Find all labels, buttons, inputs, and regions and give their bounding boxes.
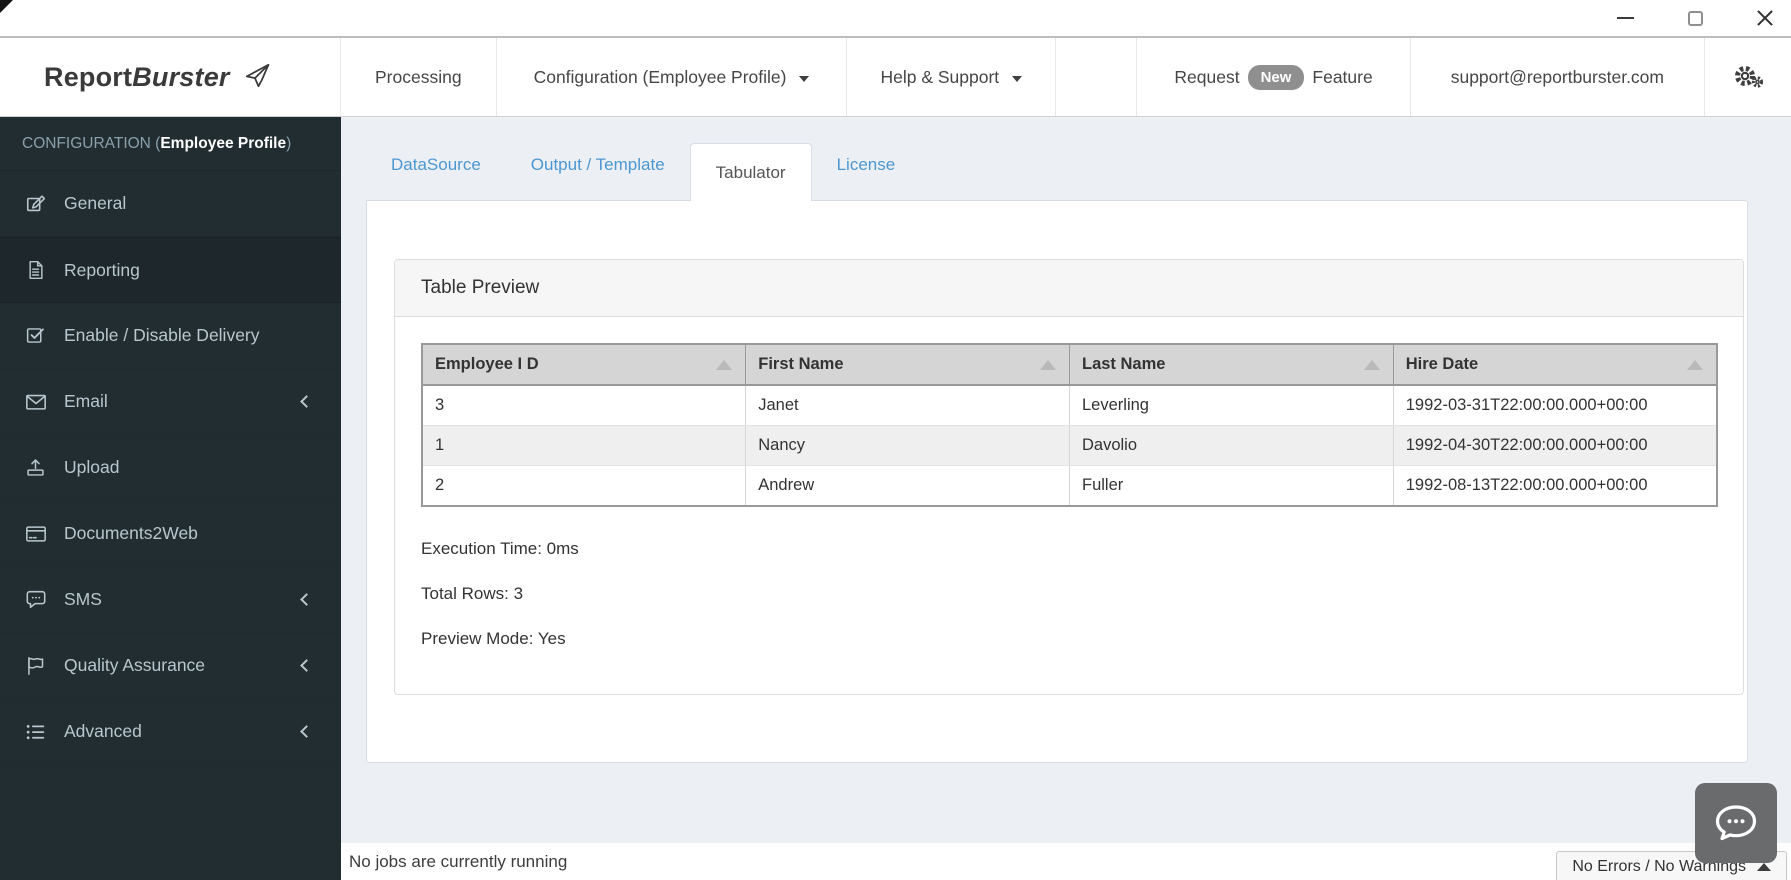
brand-name: ReportBurster [44,61,230,92]
sidebar-item-documents2web[interactable]: Documents2Web [0,501,341,567]
total-rows: Total Rows: 3 [421,584,524,603]
chat-bubble-icon [1715,805,1757,841]
chevron-left-icon [300,394,313,408]
sort-arrow-icon [716,359,733,370]
panel-title: Table Preview [395,260,1743,317]
sort-arrow-icon [1363,359,1380,370]
upload-icon [22,457,49,478]
sidebar-item-reporting[interactable]: Reporting [0,237,341,303]
file-text-icon [22,259,49,281]
sort-arrow-icon [1040,359,1056,370]
nav-request-feature[interactable]: Request New Feature [1136,38,1409,116]
panel-body: Employee I D First Name Last Name Hire D… [395,317,1743,694]
nav-support-email[interactable]: support@reportburster.com [1409,38,1704,116]
list-icon [22,722,49,742]
sidebar-header: CONFIGURATION (Employee Profile) [0,117,341,171]
table-preview-panel: Table Preview Employee I D First Name La… [394,259,1744,695]
chevron-down-icon [799,75,810,82]
table-row[interactable]: 2 Andrew Fuller 1992-08-13T22:00:00.000+… [422,465,1717,507]
new-badge: New [1247,64,1305,90]
column-header-first-name[interactable]: First Name [745,344,1070,386]
navbar-right: Request New Feature support@reportburste… [1136,38,1791,116]
edit-icon [22,193,49,215]
table-row[interactable]: 1 Nancy Davolio 1992-04-30T22:00:00.000+… [422,425,1717,466]
tab-datasource[interactable]: DataSource [366,130,506,200]
chevron-left-icon [300,724,313,738]
minimize-button[interactable] [1615,8,1635,28]
column-header-hire-date[interactable]: Hire Date [1393,344,1717,386]
chevron-left-icon [300,658,313,672]
execution-time: Execution Time: 0ms [421,539,579,558]
window-titlebar [0,0,1791,38]
top-navbar: ReportBurster Processing Configuration (… [0,38,1791,117]
maximize-button[interactable] [1685,8,1705,28]
envelope-icon [22,392,49,412]
chevron-left-icon [300,592,313,606]
table-row[interactable]: 3 Janet Leverling 1992-03-31T22:00:00.00… [422,385,1717,426]
preview-mode: Preview Mode: Yes [421,629,566,648]
chevron-down-icon [1012,75,1023,82]
column-header-last-name[interactable]: Last Name [1069,344,1394,386]
paper-plane-icon [245,63,269,88]
sidebar-item-enable-disable-delivery[interactable]: Enable / Disable Delivery [0,303,341,369]
main-column: DataSource Output / Template Tabulator L… [341,117,1791,880]
tab-output-template[interactable]: Output / Template [506,130,690,200]
chat-button[interactable] [1695,783,1777,863]
column-header-employee-id[interactable]: Employee I D [422,344,747,386]
query-stats: Execution Time: 0ms Total Rows: 3 Previe… [421,539,1718,649]
close-button[interactable] [1755,8,1775,28]
sort-arrow-icon [1687,359,1703,370]
window-controls [1615,0,1775,36]
comment-dots-icon [22,589,49,610]
cursor-artifact [0,0,13,13]
nav-processing[interactable]: Processing [341,38,497,116]
app-window: ReportBurster Processing Configuration (… [0,0,1791,880]
tab-bar: DataSource Output / Template Tabulator L… [366,130,1748,201]
gears-icon [1735,66,1764,88]
check-square-icon [22,325,49,346]
sidebar-item-general[interactable]: General [0,171,341,237]
maximize-icon [1687,10,1703,26]
nav-help-support-dropdown[interactable]: Help & Support [847,38,1057,116]
flag-icon [22,655,49,677]
sidebar-item-quality-assurance[interactable]: Quality Assurance [0,633,341,699]
tab-license[interactable]: License [812,130,921,200]
minimize-icon [1616,17,1634,19]
chevron-up-icon [1757,863,1771,871]
card-icon [22,524,49,544]
tab-tabulator[interactable]: Tabulator [689,143,812,201]
jobs-status-text: No jobs are currently running [349,851,568,871]
sidebar: CONFIGURATION (Employee Profile) General… [0,117,341,880]
preview-table: Employee I D First Name Last Name Hire D… [421,343,1718,507]
sidebar-item-sms[interactable]: SMS [0,567,341,633]
nav-configuration-dropdown[interactable]: Configuration (Employee Profile) [497,38,848,116]
content-area: DataSource Output / Template Tabulator L… [341,117,1791,843]
tab-content: Table Preview Employee I D First Name La… [366,200,1748,763]
sidebar-item-email[interactable]: Email [0,369,341,435]
sidebar-item-upload[interactable]: Upload [0,435,341,501]
status-bar: No jobs are currently running No Errors … [341,843,1791,880]
brand[interactable]: ReportBurster [0,38,341,116]
table-header-row: Employee I D First Name Last Name Hire D… [422,344,1717,386]
sidebar-item-advanced[interactable]: Advanced [0,699,341,765]
nav-settings[interactable] [1704,38,1791,116]
